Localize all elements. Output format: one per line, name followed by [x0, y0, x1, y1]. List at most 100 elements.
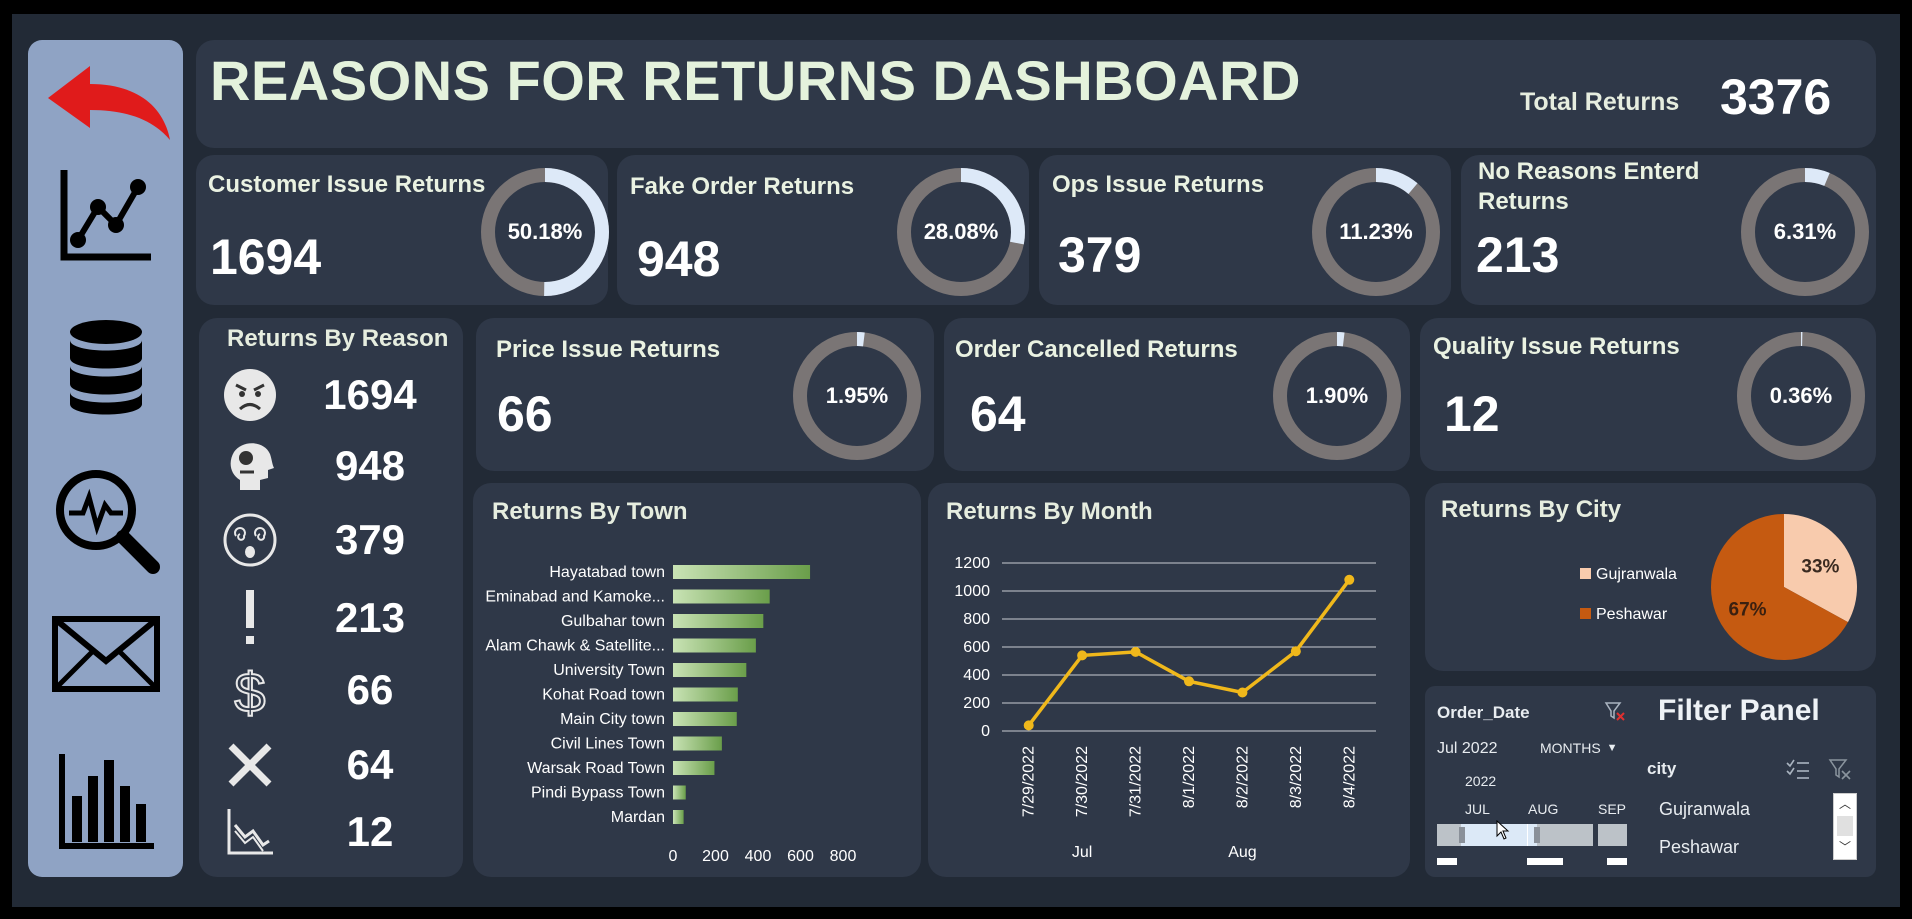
database-icon[interactable] [28, 318, 183, 418]
x-tick-label: 400 [745, 848, 772, 865]
reason-value: 64 [346, 741, 394, 788]
reason-row: 948 [220, 436, 460, 496]
declining-chart-icon [220, 807, 280, 857]
y-tick-label: 800 [963, 611, 990, 628]
timeline-scrollbar[interactable] [1437, 858, 1627, 866]
reason-value: 213 [334, 594, 406, 641]
y-tick-label: 1000 [954, 583, 990, 600]
town-bar [673, 638, 756, 653]
kpi-value: 1694 [210, 229, 322, 285]
chevron-down-icon: ▼ [1606, 742, 1618, 754]
clear-filter-icon[interactable] [1828, 757, 1852, 786]
town-bar [673, 761, 715, 775]
x-tick-label: 600 [787, 848, 814, 865]
town-bar [673, 687, 738, 702]
town-bar [673, 614, 764, 628]
dollar-icon: $ [220, 660, 280, 720]
x-tick-label: 800 [830, 848, 857, 865]
kpi-value: 213 [1476, 227, 1560, 283]
city-item-peshawar[interactable]: Peshawar [1659, 837, 1739, 858]
pie-label: 33% [1801, 556, 1839, 577]
donut-percent: 11.23% [1339, 219, 1413, 244]
reason-value: 12 [346, 808, 394, 855]
scroll-down-icon[interactable]: ﹀ [1834, 838, 1856, 856]
analytics-search-icon[interactable] [28, 465, 183, 575]
order-date-selected: Jul 2022 [1437, 740, 1498, 757]
timeline-month-aug[interactable]: AUG [1528, 801, 1558, 817]
donut-percent: 1.95% [825, 383, 889, 408]
x-tick-label: 8/4/2022 [1341, 746, 1358, 808]
timeline-handle-right[interactable] [1534, 827, 1540, 843]
multi-select-icon[interactable] [1786, 758, 1810, 785]
timeline-year: 2022 [1465, 773, 1497, 789]
town-label: Mardan [611, 809, 665, 826]
angry-face-icon [220, 367, 280, 423]
town-label: Eminabad and Kamoke... [485, 589, 665, 606]
kpi-value: 379 [1058, 227, 1142, 283]
mail-icon[interactable] [28, 615, 183, 695]
line-chart-icon[interactable] [28, 165, 183, 265]
legend-label: Gujranwala [1596, 566, 1677, 583]
head-profile-icon [220, 438, 280, 494]
city-item-gujranwala[interactable]: Gujranwala [1659, 799, 1750, 820]
x-tick-label: 7/29/2022 [1021, 746, 1038, 817]
pie-label: 67% [1729, 600, 1767, 621]
time-level-dropdown[interactable]: MONTHS ▼ [1540, 740, 1618, 756]
donut-percent: 28.08% [923, 219, 999, 244]
legend-swatch [1580, 608, 1591, 619]
town-bar [673, 589, 770, 604]
legend-swatch [1580, 568, 1591, 579]
town-label: Warsak Road Town [527, 760, 665, 777]
dizzy-face-icon [220, 512, 280, 568]
cross-icon [220, 740, 280, 790]
x-group-label: Jul [1072, 844, 1092, 861]
back-arrow-icon[interactable] [28, 58, 183, 148]
town-bar [673, 785, 686, 800]
x-tick-label: 8/2/2022 [1234, 746, 1251, 808]
city-list-scrollbar[interactable]: ︿ ﹀ [1833, 793, 1857, 860]
month-point [1077, 650, 1088, 661]
town-label: Main City town [560, 711, 665, 728]
x-tick-label: 200 [702, 848, 729, 865]
y-tick-label: 0 [981, 723, 990, 740]
donut-percent: 0.36% [1769, 383, 1833, 408]
timeline-handle-left[interactable] [1459, 827, 1465, 843]
clear-filter-icon[interactable] [1604, 700, 1626, 727]
town-label: Kohat Road town [542, 687, 665, 704]
kpi-value: 948 [637, 231, 721, 287]
town-bar [673, 712, 737, 726]
filter-panel-title: Filter Panel [1658, 694, 1820, 727]
town-label: Alam Chawk & Satellite... [485, 638, 665, 655]
kpi-label: No Reasons Enterd Returns [1478, 158, 1700, 215]
reason-value: 948 [334, 442, 406, 489]
reason-value: 379 [334, 516, 406, 563]
reason-row: 379 [220, 510, 460, 570]
donut-percent: 6.31% [1773, 219, 1837, 244]
order-date-label: Order_Date [1437, 703, 1530, 722]
x-tick-label: 7/30/2022 [1074, 746, 1091, 817]
timeline-month-sep[interactable]: SEP [1598, 801, 1626, 817]
y-tick-label: 200 [963, 695, 990, 712]
scroll-thumb[interactable] [1837, 816, 1853, 836]
reason-row: 12 [220, 802, 460, 862]
town-bar [673, 663, 747, 677]
town-label: Pindi Bypass Town [531, 785, 665, 802]
exclamation-icon [220, 588, 280, 648]
reason-row: 213 [220, 588, 460, 648]
reason-row: 64 [220, 735, 460, 795]
timeline-bar[interactable] [1437, 824, 1600, 846]
reason-row: 1694 [220, 365, 460, 425]
scroll-up-icon[interactable]: ︿ [1834, 794, 1856, 814]
timeline-month-jul[interactable]: JUL [1465, 801, 1490, 817]
donut-percent: 1.90% [1305, 383, 1369, 408]
returns-by-month-title: Returns By Month [946, 498, 1153, 525]
town-label: University Town [553, 662, 665, 679]
month-point [1130, 646, 1141, 657]
bar-chart-icon[interactable] [28, 752, 183, 852]
timeline-bar-sep[interactable] [1598, 824, 1627, 846]
kpi-label: Order Cancelled Returns [955, 336, 1238, 363]
month-point [1184, 676, 1194, 687]
x-tick-label: 8/1/2022 [1181, 746, 1198, 808]
returns-by-reason-title: Returns By Reason [227, 325, 449, 352]
reason-row: $ 66 [220, 660, 460, 720]
